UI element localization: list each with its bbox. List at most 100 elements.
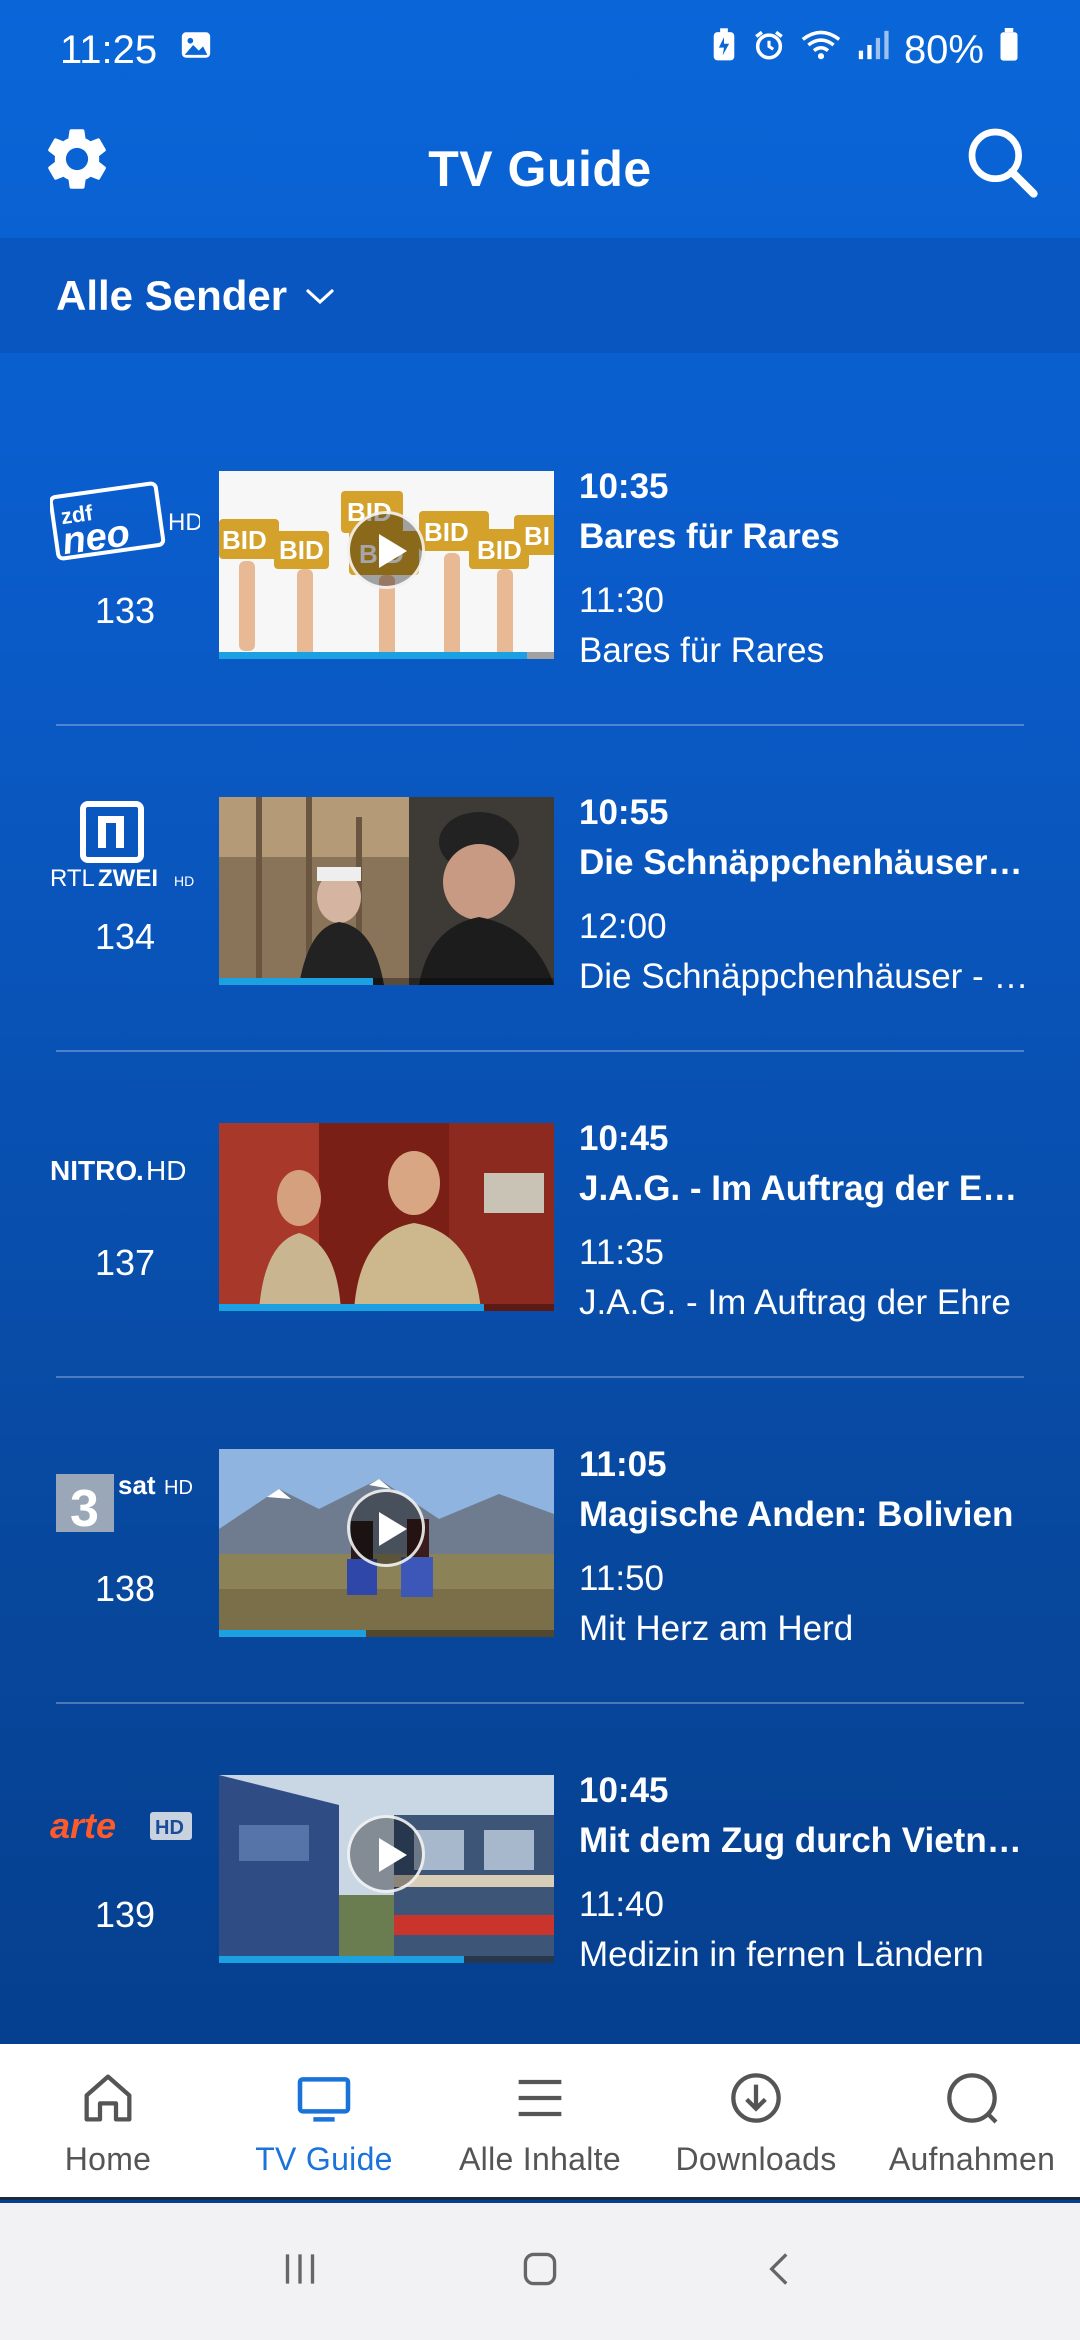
nav-downloads[interactable]: Downloads <box>648 2044 864 2197</box>
tv-icon <box>292 2066 356 2135</box>
channel-row[interactable]: zdf neo HD 133 BID BID BID BID BID BID B… <box>0 400 1080 726</box>
nav-label: TV Guide <box>255 2141 393 2177</box>
next-program-title: Die Schnäppchenhäuser - Der Traum vom Ei… <box>579 957 1029 996</box>
channel-row[interactable]: 3 sat HD 138 11:05 Magische Anden: Boliv… <box>0 1378 1080 1704</box>
current-program-title: Die Schnäppchenhäuser - Der Traum vom Ei… <box>579 843 1029 882</box>
current-program-title: Mit dem Zug durch Vietnam <box>579 1821 1029 1860</box>
channel-row[interactable]: RTL ZWEI HD 134 10:55 Die Schnäppchenhäu… <box>0 726 1080 1052</box>
chevron-down-icon <box>305 287 335 312</box>
channel-row[interactable]: NITRO . HD 137 10:45 J.A.G. - Im Auftrag… <box>0 1052 1080 1378</box>
current-program-title: J.A.G. - Im Auftrag der Ehre <box>579 1169 1029 1208</box>
nav-home[interactable]: Home <box>0 2044 216 2197</box>
program-thumbnail[interactable] <box>219 1775 554 1963</box>
play-icon[interactable] <box>347 511 425 589</box>
program-progress <box>219 978 374 985</box>
svg-text:HD: HD <box>155 1817 184 1839</box>
current-program-time: 10:45 <box>579 1119 669 1158</box>
channel-number: 134 <box>94 916 156 957</box>
svg-text:neo: neo <box>60 512 133 563</box>
channel-number: 139 <box>94 1894 156 1935</box>
channel-row[interactable]: arte HD 139 10:45 Mit dem Zug durch Viet… <box>0 1704 1080 2030</box>
svg-text:BID: BID <box>424 517 469 547</box>
channel-logo: 3 sat HD <box>50 1446 200 1546</box>
program-thumbnail[interactable]: BID BID BID BID BID BID BI <box>219 471 554 659</box>
status-time: 11:25 <box>60 27 158 72</box>
back-icon[interactable] <box>755 2244 805 2299</box>
search-icon[interactable] <box>962 122 1042 202</box>
next-program-title: Mit Herz am Herd <box>579 1609 854 1648</box>
svg-text:3: 3 <box>70 1480 99 1538</box>
channel-list: zdf neo HD 133 BID BID BID BID BID BID B… <box>0 400 1080 2030</box>
program-info: 10:45 Mit dem Zug durch Vietnam 11:40 Me… <box>579 1766 1029 1980</box>
alarm-icon <box>752 28 786 72</box>
home-button-icon[interactable] <box>515 2244 565 2299</box>
nav-aufnahmen[interactable]: Aufnahmen <box>864 2044 1080 2197</box>
download-icon <box>724 2066 788 2135</box>
next-program-title: J.A.G. - Im Auftrag der Ehre <box>579 1283 1011 1322</box>
nav-label: Alle Inhalte <box>459 2141 621 2177</box>
next-program-time: 11:50 <box>579 1559 664 1598</box>
nav-label: Downloads <box>675 2141 837 2177</box>
page-title: TV Guide <box>428 141 652 197</box>
svg-text:RTL: RTL <box>50 865 95 892</box>
current-program-title: Magische Anden: Bolivien <box>579 1495 1014 1534</box>
channel-filter-label: Alle Sender <box>56 271 288 319</box>
play-icon[interactable] <box>347 1489 425 1567</box>
svg-text:BID: BID <box>477 535 522 565</box>
program-info: 11:05 Magische Anden: Bolivien 11:50 Mit… <box>579 1440 1029 1654</box>
program-progress <box>219 1956 464 1963</box>
tv-guide-screen: 11:25 80% TV Guide Alle Sender zdf neo H… <box>0 0 1080 2340</box>
channel-logo: arte HD <box>50 1772 200 1872</box>
status-bar: 11:25 80% <box>0 0 1080 100</box>
status-icons: 80% <box>710 27 1020 73</box>
program-thumbnail[interactable] <box>219 1123 554 1311</box>
svg-text:HD: HD <box>146 1155 186 1186</box>
program-thumbnail[interactable] <box>219 797 554 985</box>
image-icon <box>179 28 213 72</box>
svg-text:BID: BID <box>279 535 324 565</box>
next-program-time: 11:30 <box>579 581 664 620</box>
channel-filter-dropdown[interactable]: Alle Sender <box>0 238 1080 353</box>
gear-icon[interactable] <box>40 122 114 196</box>
wifi-icon <box>800 28 842 72</box>
record-icon <box>940 2066 1004 2135</box>
home-icon <box>76 2066 140 2135</box>
channel-logo: RTL ZWEI HD <box>50 794 200 894</box>
app-bar: TV Guide <box>0 100 1080 238</box>
current-program-time: 10:35 <box>579 467 669 506</box>
program-info: 10:35 Bares für Rares 11:30 Bares für Ra… <box>579 462 1029 676</box>
svg-text:NITRO: NITRO <box>50 1155 137 1186</box>
program-progress <box>219 1630 367 1637</box>
current-program-time: 11:05 <box>579 1445 667 1484</box>
battery-percent: 80% <box>903 27 984 72</box>
current-program-time: 10:55 <box>579 793 669 832</box>
svg-text:HD: HD <box>164 1477 193 1499</box>
svg-text:BID: BID <box>222 525 267 555</box>
svg-text:sat: sat <box>118 1470 156 1500</box>
program-info: 10:45 J.A.G. - Im Auftrag der Ehre 11:35… <box>579 1114 1029 1328</box>
svg-text:.: . <box>136 1155 144 1186</box>
nav-tv-guide[interactable]: TV Guide <box>216 2044 432 2197</box>
nav-label: Aufnahmen <box>888 2141 1056 2177</box>
next-program-time: 11:35 <box>579 1233 664 1272</box>
battery-icon <box>998 28 1020 72</box>
channel-number: 133 <box>94 590 156 631</box>
next-program-title: Medizin in fernen Ländern <box>579 1935 984 1974</box>
program-progress <box>219 652 528 659</box>
menu-lines-icon <box>508 2066 572 2135</box>
channel-logo: zdf neo HD <box>50 468 200 568</box>
battery-saver-icon <box>710 27 738 73</box>
channel-logo: NITRO . HD <box>50 1120 200 1220</box>
program-progress <box>219 1304 484 1311</box>
program-info: 10:55 Die Schnäppchenhäuser - Der Traum … <box>579 788 1029 1002</box>
next-program-title: Bares für Rares <box>579 631 825 670</box>
next-program-time: 11:40 <box>579 1885 664 1924</box>
nav-alle-inhalte[interactable]: Alle Inhalte <box>432 2044 648 2197</box>
play-icon[interactable] <box>347 1815 425 1893</box>
svg-text:HD: HD <box>168 509 200 536</box>
next-program-time: 12:00 <box>579 907 667 946</box>
signal-icon <box>856 28 890 72</box>
program-thumbnail[interactable] <box>219 1449 554 1637</box>
recent-apps-icon[interactable] <box>275 2244 325 2299</box>
system-navigation <box>0 2203 1080 2340</box>
